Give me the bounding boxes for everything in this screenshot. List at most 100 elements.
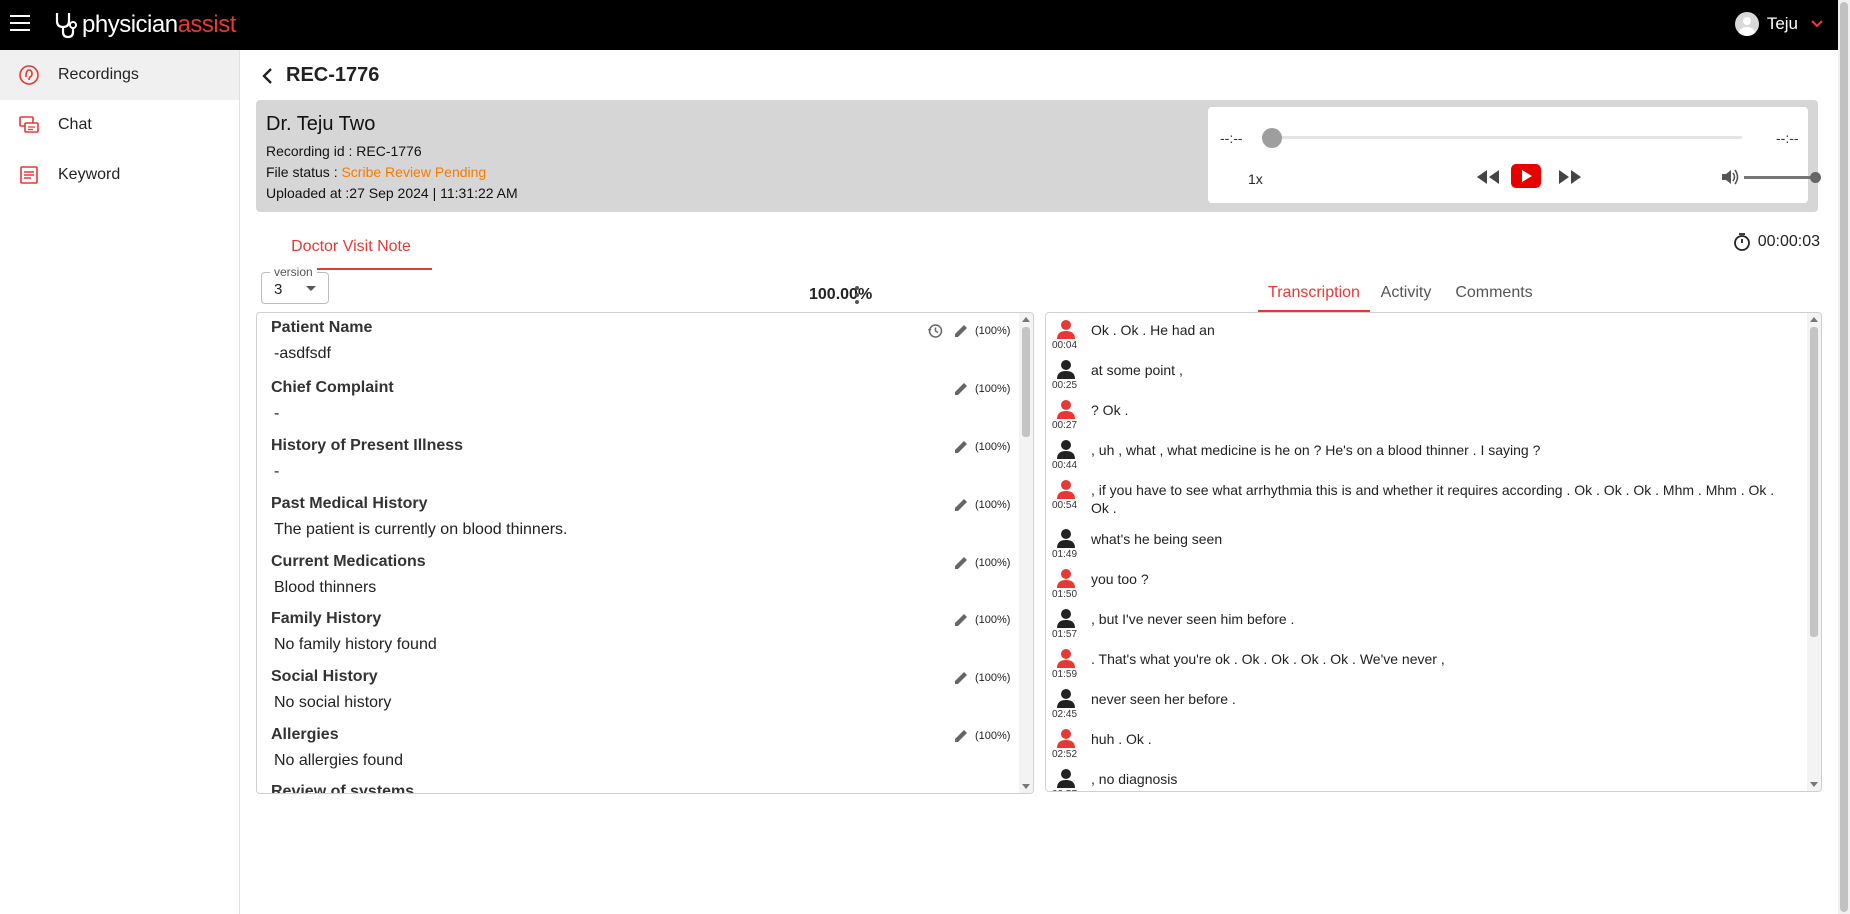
section-value: No allergies found (274, 752, 403, 769)
sidebar-item-keyword[interactable]: Keyword (0, 150, 239, 200)
avatar (1734, 12, 1759, 36)
section-value: Blood thinners (274, 579, 377, 596)
section-value: No social history (274, 694, 392, 711)
page-scrollbar[interactable] (1838, 0, 1850, 914)
seek-handle[interactable] (1262, 128, 1282, 148)
edit-icon[interactable] (953, 439, 969, 455)
doctor-name: Dr. Teju Two (266, 113, 376, 135)
rewind-icon[interactable] (1474, 167, 1502, 187)
sidebar: Recordings Chat Keyword (0, 50, 240, 914)
section-heading: Current Medications (271, 553, 426, 570)
section-tools: (100%) (953, 612, 1010, 628)
speaker-icon (1057, 320, 1075, 339)
tab-activity[interactable]: Activity (1373, 272, 1439, 312)
transcript-panel: 00:04 Ok . Ok . He had an 00:25 at some poi… (1045, 312, 1822, 792)
section-value: -asdfsdf (274, 345, 331, 362)
chat-icon (18, 114, 40, 136)
transcript-timestamp[interactable]: 00:25 (1052, 380, 1077, 391)
file-status: File status : Scribe Review Pending (266, 164, 486, 180)
speaker-icon (1057, 689, 1075, 708)
edit-icon[interactable] (953, 670, 969, 686)
section-tools: (100%) (953, 381, 1010, 397)
note-scrollbar[interactable] (1019, 313, 1033, 793)
transcript-timestamp[interactable]: 01:59 (1052, 669, 1077, 680)
section-percent: (100%) (975, 672, 1011, 684)
user-menu[interactable]: Teju (1734, 12, 1824, 36)
section-percent: (100%) (975, 730, 1011, 742)
volume-icon[interactable] (1720, 168, 1740, 186)
speaker-icon (1057, 649, 1075, 668)
timer-value: 00:00:03 (1757, 233, 1820, 250)
section-tools: (100%) (953, 439, 1010, 455)
transcript-text: what's he being seen (1091, 531, 1223, 547)
volume-handle[interactable] (1810, 172, 1821, 183)
section-percent: (100%) (975, 614, 1011, 626)
transcript-timestamp[interactable]: 01:57 (1052, 629, 1077, 640)
section-tools: (100%) (953, 555, 1010, 571)
back-button[interactable] (256, 65, 278, 87)
transcript-timestamp[interactable]: 00:54 (1052, 500, 1077, 511)
transcript-timestamp[interactable]: 01:49 (1052, 549, 1077, 560)
section-percent: (100%) (975, 383, 1011, 395)
section-tools: (100%) (927, 323, 1010, 339)
section-heading: Review of systems (271, 783, 415, 794)
transcript-timestamp[interactable]: 02:57 (1052, 789, 1077, 791)
section-tools: (100%) (953, 497, 1010, 513)
sidebar-item-recordings[interactable]: Recordings (0, 50, 239, 100)
note-section: History of Present Illness - (271, 437, 891, 481)
uploaded-at: Uploaded at :27 Sep 2024 | 11:31:22 AM (266, 185, 518, 201)
note-section: Review of systems (271, 783, 891, 794)
transcript-timestamp[interactable]: 02:45 (1052, 709, 1077, 720)
edit-icon[interactable] (953, 555, 969, 571)
version-select[interactable]: version 3 (261, 265, 329, 304)
status-badge: Scribe Review Pending (341, 164, 487, 180)
edit-icon[interactable] (953, 497, 969, 513)
transcript-timestamp[interactable]: 02:52 (1052, 749, 1077, 760)
edit-icon[interactable] (953, 323, 969, 339)
sidebar-item-label: Recordings (58, 66, 139, 83)
sidebar-item-label: Keyword (58, 166, 121, 183)
edit-icon[interactable] (953, 381, 969, 397)
transcript-timestamp[interactable]: 01:50 (1052, 589, 1077, 600)
main-content: REC-1776 Dr. Teju Two Recording id : REC… (240, 50, 1838, 914)
note-section: Social History No social history (271, 668, 891, 712)
seek-bar[interactable] (1270, 136, 1742, 139)
play-icon[interactable] (1511, 164, 1541, 188)
speaker-icon (1057, 569, 1075, 588)
page-title: REC-1776 (286, 64, 380, 86)
list-icon (18, 164, 40, 186)
file-status-label: File status : (266, 164, 342, 180)
transcript-timestamp[interactable]: 00:04 (1052, 340, 1077, 351)
volume-slider[interactable] (1744, 176, 1816, 179)
sidebar-item-chat[interactable]: Chat (0, 100, 239, 150)
section-percent: (100%) (975, 499, 1011, 511)
section-percent: (100%) (975, 325, 1011, 337)
playback-speed[interactable]: 1x (1248, 171, 1263, 187)
transcript-timestamp[interactable]: 00:27 (1052, 420, 1077, 431)
app-logo[interactable]: physicianassist (52, 10, 236, 40)
tab-doctor-visit-note[interactable]: Doctor Visit Note (270, 228, 432, 270)
menu-icon[interactable] (10, 15, 30, 33)
logo-text-main: physician (82, 11, 178, 38)
transcript-timestamp[interactable]: 00:44 (1052, 460, 1077, 471)
version-legend: version (270, 265, 317, 279)
transcript-text: , if you have to see what arrhythmia thi… (1091, 482, 1775, 516)
stethoscope-icon (55, 13, 77, 39)
more-options-icon[interactable] (854, 286, 860, 306)
edit-icon[interactable] (953, 612, 969, 628)
speaker-icon (1057, 480, 1075, 499)
section-tools: (100%) (953, 670, 1010, 686)
section-heading: History of Present Illness (271, 437, 464, 454)
speaker-icon (1057, 609, 1075, 628)
note-section: Past Medical History The patient is curre… (271, 495, 891, 539)
history-icon[interactable] (927, 323, 943, 339)
transcript-scrollbar[interactable] (1807, 313, 1821, 791)
speaker-icon (1057, 360, 1075, 379)
tab-comments[interactable]: Comments (1450, 272, 1538, 312)
section-value: - (274, 405, 280, 422)
tab-transcription[interactable]: Transcription (1258, 272, 1370, 312)
fast-forward-icon[interactable] (1556, 167, 1584, 187)
speaker-icon (1057, 729, 1075, 748)
edit-icon[interactable] (953, 728, 969, 744)
section-value: - (274, 463, 280, 480)
